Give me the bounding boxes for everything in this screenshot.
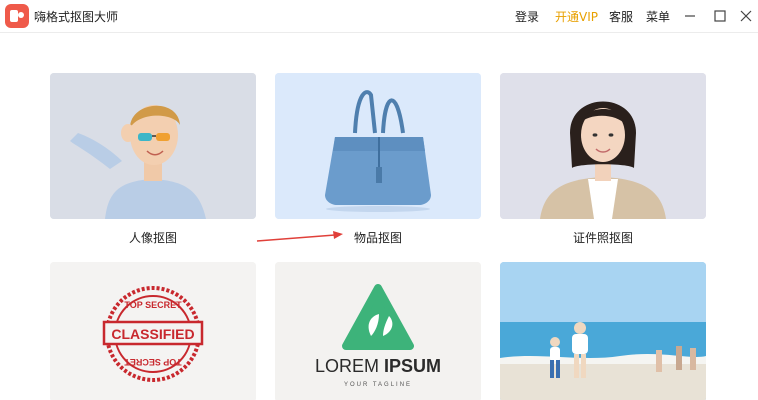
woman-photo [500,73,706,219]
handbag-photo [275,73,481,219]
logo-image: LOREM IPSUM YOUR TAGLINE [275,262,481,400]
login-link[interactable]: 登录 [515,8,539,25]
portrait-cutout-card[interactable] [50,73,256,219]
red-arrow-annotation [255,231,345,245]
beach-photo [500,262,706,400]
id-photo-cutout-card[interactable] [500,73,706,219]
app-title: 嗨格式抠图大师 [34,10,119,24]
logo-tagline: YOUR TAGLINE [344,382,412,388]
stamp-bottom-text: TOP SECRET [124,357,182,367]
logo-card[interactable]: LOREM IPSUM YOUR TAGLINE [275,262,481,400]
menu-link[interactable]: 菜单 [646,8,670,25]
stamp-top-text: TOP SECRET [124,300,182,310]
id-photo-cutout-label: 证件照抠图 [572,231,633,245]
object-cutout-card[interactable] [275,73,481,219]
classified-stamp-image: TOP SECRET CLASSIFIED TOP SECRET [50,262,256,400]
maximize-icon[interactable] [710,6,730,26]
service-link[interactable]: 客服 [609,8,633,25]
stamp-card[interactable]: TOP SECRET CLASSIFIED TOP SECRET [50,262,256,400]
minimize-icon[interactable] [680,6,700,26]
boy-photo [50,73,256,219]
vip-link[interactable]: 开通VIP [555,8,598,25]
close-icon[interactable] [736,6,756,26]
portrait-cutout-label: 人像抠图 [128,231,177,245]
stamp-middle-text: CLASSIFIED [111,326,194,342]
title-bar: 嗨格式抠图大师 登录 开通VIP 客服 菜单 [0,0,758,33]
logo-word2: IPSUM [384,356,441,376]
svg-text:LOREM IPSUM: LOREM IPSUM [315,356,441,376]
app-logo-icon [5,4,29,28]
beach-card[interactable] [500,262,706,400]
logo-word1: LOREM [315,356,379,376]
